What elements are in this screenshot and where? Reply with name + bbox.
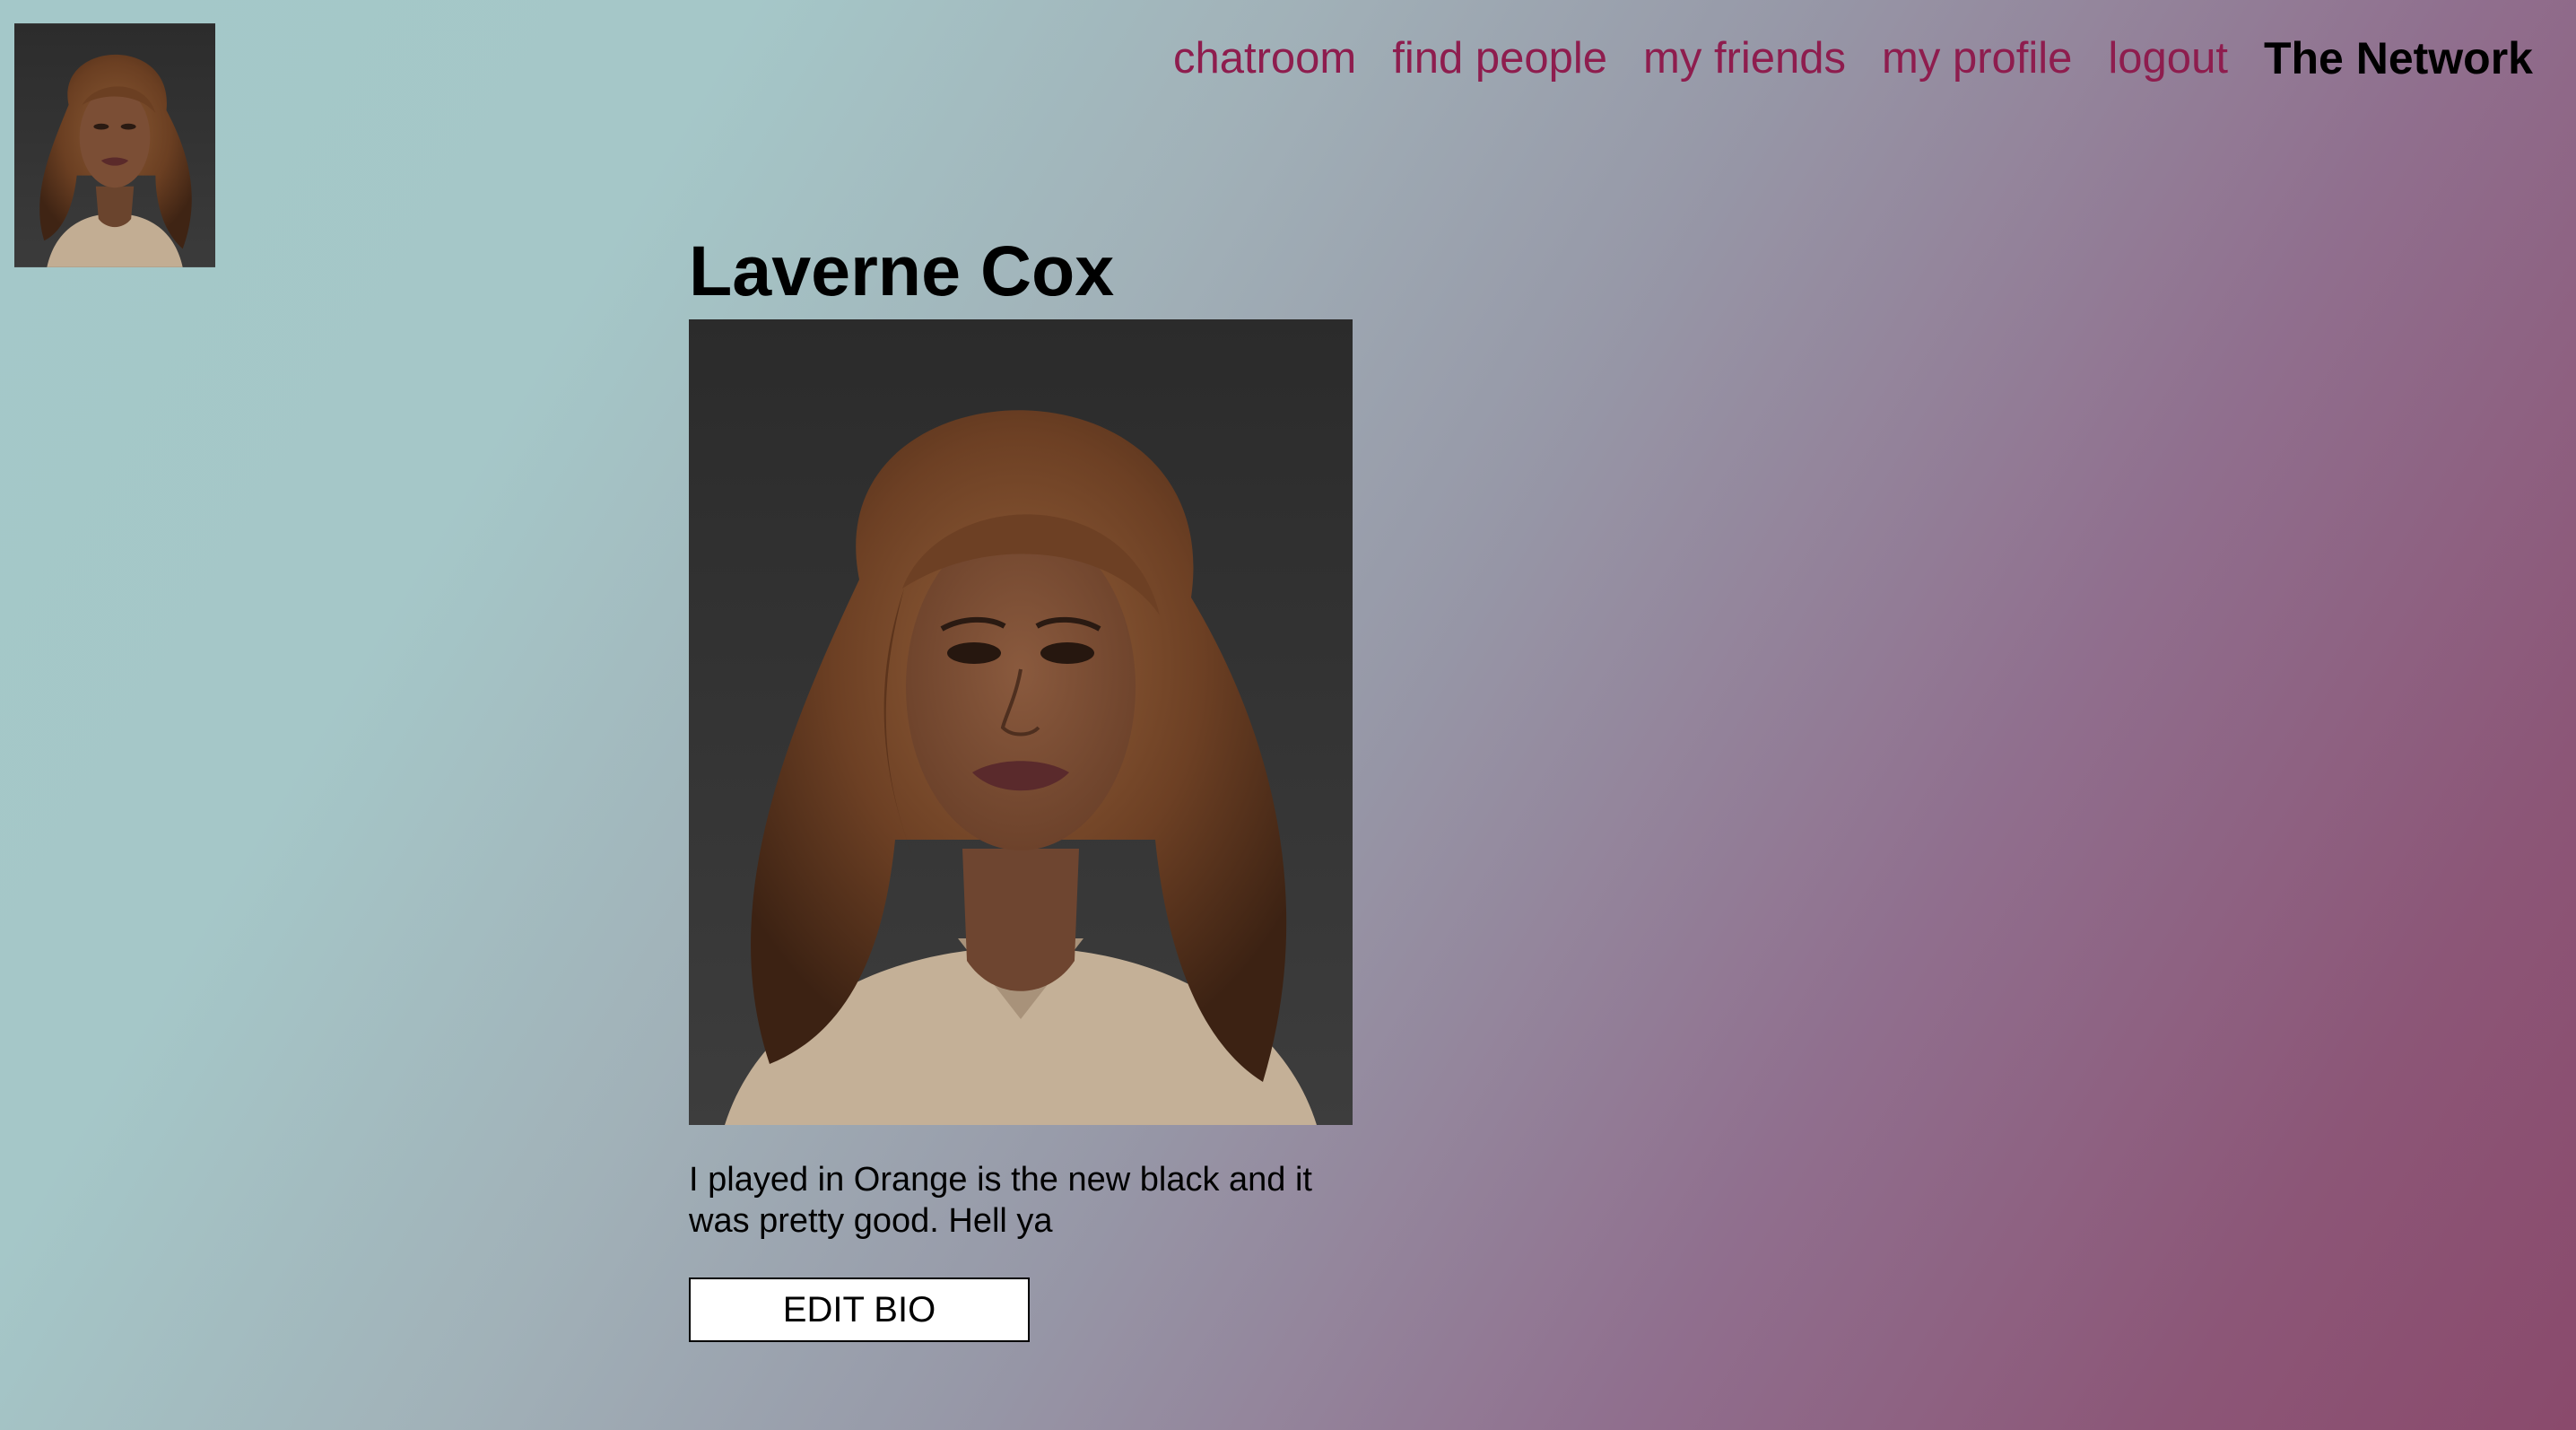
profile-bio: I played in Orange is the new black and …	[689, 1161, 1312, 1240]
profile-portrait-icon	[689, 319, 1353, 1125]
nav-link-chatroom[interactable]: chatroom	[1173, 33, 1356, 83]
edit-bio-button[interactable]: EDIT BIO	[689, 1277, 1030, 1342]
profile-section: Laverne Cox I played in Orange is the ne…	[689, 230, 1353, 1342]
nav-link-logout[interactable]: logout	[2108, 33, 2228, 83]
avatar-thumbnail[interactable]	[14, 23, 215, 267]
brand-title: The Network	[2263, 33, 2533, 83]
profile-name: Laverne Cox	[689, 231, 1115, 310]
nav-link-my-friends[interactable]: my friends	[1643, 33, 1846, 83]
profile-photo	[689, 319, 1353, 1125]
portrait-thumbnail-icon	[14, 23, 215, 267]
top-navigation: chatroom find people my friends my profi…	[1173, 27, 2533, 90]
nav-link-find-people[interactable]: find people	[1392, 33, 1607, 83]
nav-link-my-profile[interactable]: my profile	[1882, 33, 2072, 83]
